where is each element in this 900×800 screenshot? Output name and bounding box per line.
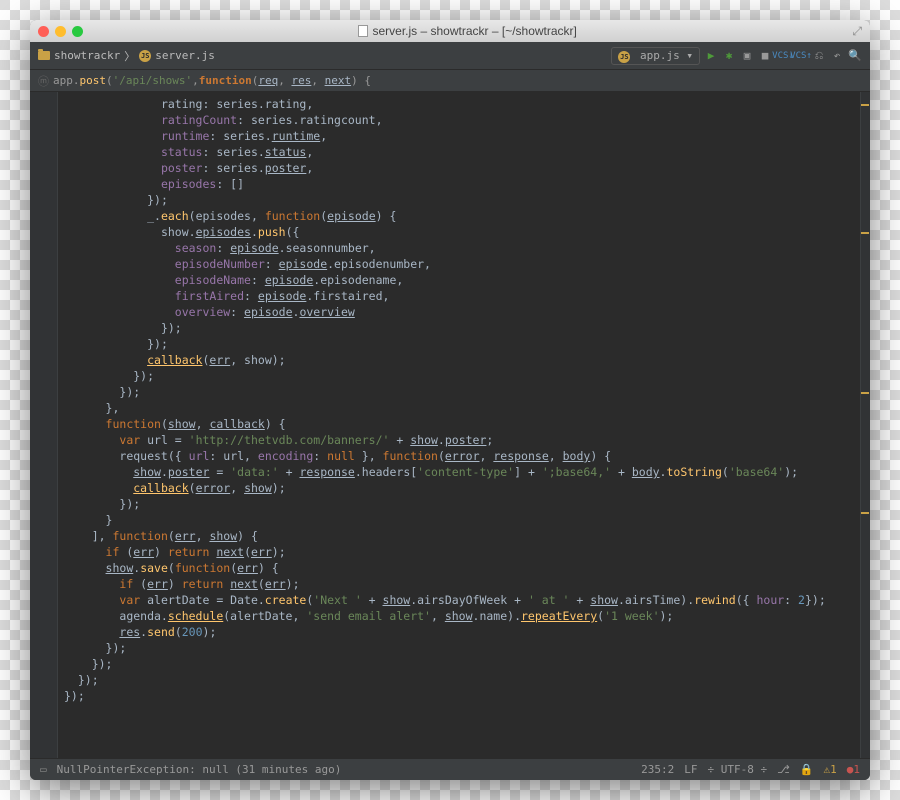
code-line[interactable]: callback(error, show); <box>64 480 854 496</box>
chevron-down-icon: ▾ <box>686 49 693 62</box>
code-line[interactable]: ratingCount: series.ratingcount, <box>64 112 854 128</box>
code-line[interactable]: }); <box>64 672 854 688</box>
code-line[interactable]: show.save(function(err) { <box>64 560 854 576</box>
status-caret-pos[interactable]: 235:2 <box>641 763 674 776</box>
code-line[interactable]: status: series.status, <box>64 144 854 160</box>
js-icon: JS <box>139 50 151 62</box>
breadcrumb-separator: 〉 <box>124 48 135 64</box>
debug-icon[interactable]: ✱ <box>722 49 736 63</box>
code-line[interactable]: agenda.schedule(alertDate, 'send email a… <box>64 608 854 624</box>
code-line[interactable]: if (err) return next(err); <box>64 544 854 560</box>
status-bar: ▭ NullPointerException: null (31 minutes… <box>30 758 870 780</box>
gutter[interactable] <box>30 92 58 758</box>
code-line[interactable]: }); <box>64 320 854 336</box>
file-icon <box>358 25 368 37</box>
coverage-icon[interactable]: ▣ <box>740 49 754 63</box>
status-line-sep[interactable]: LF <box>684 763 697 776</box>
code-line[interactable]: }); <box>64 336 854 352</box>
code-line[interactable]: }); <box>64 688 854 704</box>
titlebar[interactable]: server.js – showtrackr – [~/showtrackr] … <box>30 20 870 42</box>
minimize-icon[interactable] <box>55 26 66 37</box>
status-message[interactable]: NullPointerException: null (31 minutes a… <box>57 763 342 776</box>
vcs-update-icon[interactable]: VCS↓ <box>776 49 790 63</box>
history-icon[interactable]: ⎌ <box>812 49 826 63</box>
code-line[interactable]: rating: series.rating, <box>64 96 854 112</box>
close-icon[interactable] <box>38 26 49 37</box>
code-area[interactable]: rating: series.rating, ratingCount: seri… <box>58 92 860 758</box>
code-line[interactable]: episodes: [] <box>64 176 854 192</box>
error-stripe[interactable] <box>860 92 870 758</box>
error-count[interactable]: ●1 <box>847 763 860 776</box>
breadcrumb-file-label: server.js <box>155 49 215 62</box>
code-line[interactable]: show.poster = 'data:' + response.headers… <box>64 464 854 480</box>
code-line[interactable]: if (err) return next(err); <box>64 576 854 592</box>
code-line[interactable]: function(show, callback) { <box>64 416 854 432</box>
code-line[interactable]: poster: series.poster, <box>64 160 854 176</box>
code-line[interactable]: episodeName: episode.episodename, <box>64 272 854 288</box>
code-line[interactable]: request({ url: url, encoding: null }, fu… <box>64 448 854 464</box>
code-line[interactable]: callback(err, show); <box>64 352 854 368</box>
window-title-text: server.js – showtrackr – [~/showtrackr] <box>372 24 576 38</box>
crumb-route: '/api/shows' <box>113 74 192 87</box>
code-line[interactable]: }); <box>64 368 854 384</box>
code-line[interactable]: }); <box>64 192 854 208</box>
js-icon: JS <box>618 51 630 63</box>
code-line[interactable]: }); <box>64 496 854 512</box>
fullscreen-icon[interactable]: ⤢ <box>852 24 862 39</box>
maximize-icon[interactable] <box>72 26 83 37</box>
code-line[interactable]: } <box>64 512 854 528</box>
code-line[interactable]: }, <box>64 400 854 416</box>
folder-icon <box>38 51 50 60</box>
editor: rating: series.rating, ratingCount: seri… <box>30 92 870 758</box>
status-lock-icon[interactable]: 🔒 <box>800 763 814 776</box>
code-line[interactable]: }); <box>64 640 854 656</box>
warning-count[interactable]: ⚠1 <box>824 763 837 776</box>
run-icon[interactable]: ▶ <box>704 49 718 63</box>
back-icon[interactable]: ↶ <box>830 49 844 63</box>
crumb-method: post <box>80 74 107 87</box>
code-line[interactable]: ], function(err, show) { <box>64 528 854 544</box>
breadcrumb-file[interactable]: JS server.js <box>139 49 215 62</box>
code-line[interactable]: }); <box>64 384 854 400</box>
breadcrumb-folder-label: showtrackr <box>54 49 120 62</box>
crumb-sep: , <box>192 74 199 87</box>
window-title: server.js – showtrackr – [~/showtrackr] <box>89 24 846 38</box>
status-git-icon[interactable]: ⎇ <box>777 763 790 776</box>
code-line[interactable]: firstAired: episode.firstaired, <box>64 288 854 304</box>
crumb-obj: app. <box>53 74 80 87</box>
code-line[interactable]: var alertDate = Date.create('Next ' + sh… <box>64 592 854 608</box>
code-line[interactable]: _.each(episodes, function(episode) { <box>64 208 854 224</box>
code-line[interactable]: runtime: series.runtime, <box>64 128 854 144</box>
code-line[interactable]: show.episodes.push({ <box>64 224 854 240</box>
crumb-params: (req, res, next) { <box>252 74 371 87</box>
run-config-label: app.js <box>640 49 680 62</box>
method-icon: ⓜ <box>38 73 49 89</box>
breadcrumb-folder[interactable]: showtrackr <box>38 49 120 62</box>
ide-window: server.js – showtrackr – [~/showtrackr] … <box>30 20 870 780</box>
vcs-commit-icon[interactable]: VCS↑ <box>794 49 808 63</box>
stop-icon[interactable]: ■ <box>758 49 772 63</box>
search-icon[interactable]: 🔍 <box>848 49 862 63</box>
code-line[interactable]: season: episode.seasonnumber, <box>64 240 854 256</box>
status-encoding[interactable]: ÷ UTF-8 ÷ <box>707 763 767 776</box>
code-line[interactable]: episodeNumber: episode.episodenumber, <box>64 256 854 272</box>
code-crumb-bar[interactable]: ⓜ app. post ( '/api/shows' , function (r… <box>30 70 870 92</box>
crumb-function-kw: function <box>199 74 252 87</box>
code-line[interactable]: }); <box>64 656 854 672</box>
code-line[interactable]: var url = 'http://thetvdb.com/banners/' … <box>64 432 854 448</box>
status-tool-icon[interactable]: ▭ <box>40 763 47 776</box>
crumb-paren: ( <box>106 74 113 87</box>
code-line[interactable]: overview: episode.overview <box>64 304 854 320</box>
toolbar: showtrackr 〉 JS server.js JS app.js ▾ ▶ … <box>30 42 870 70</box>
code-line[interactable]: res.send(200); <box>64 624 854 640</box>
run-config-select[interactable]: JS app.js ▾ <box>611 47 700 65</box>
